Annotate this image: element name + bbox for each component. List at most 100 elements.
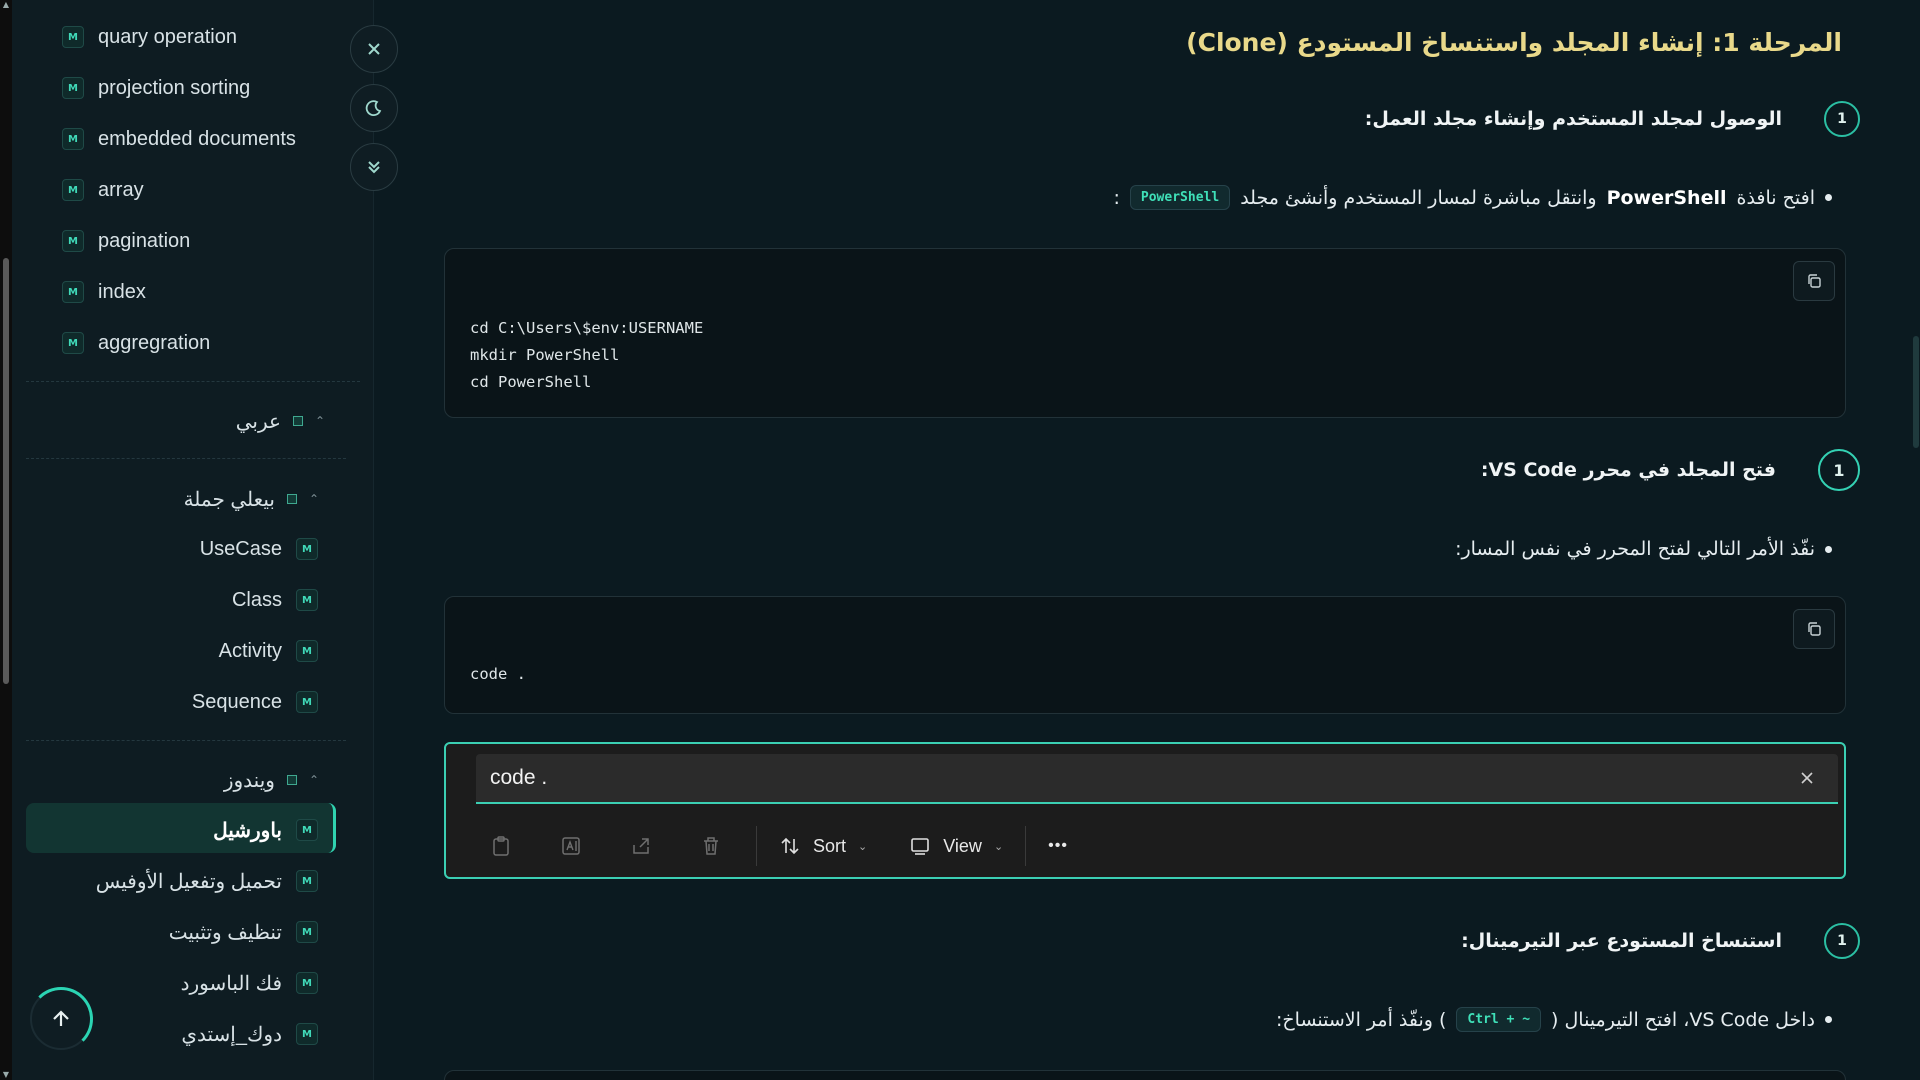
bullet-text-post: وانتقل مباشرة لمسار المستخدم وأنشئ مجلد xyxy=(1240,186,1597,209)
sidebar-item-label: pagination xyxy=(98,229,191,252)
markdown-badge-icon: M xyxy=(62,128,84,150)
sidebar-item-label: aggregration xyxy=(98,331,211,354)
sidebar-item-activity[interactable]: M Activity xyxy=(219,636,318,666)
toolbar-separator xyxy=(1025,826,1027,866)
find-toolbar: Sort ⌄ View ⌄ ••• xyxy=(466,824,1080,868)
markdown-badge-icon: M xyxy=(296,691,318,713)
sidebar-item-powershell[interactable]: M باورشيل xyxy=(213,815,318,845)
sidebar-group-arabic[interactable]: ⌃ عربي xyxy=(236,406,325,436)
scroll-progress-ring xyxy=(29,987,93,1051)
close-icon xyxy=(1801,772,1813,784)
sidebar-group-windows[interactable]: ⌃ ويندوز xyxy=(224,765,319,795)
view-button[interactable]: View ⌄ xyxy=(897,824,1015,868)
sidebar-item-label: projection sorting xyxy=(98,76,251,99)
sidebar-item-projection-sorting[interactable]: M projection sorting xyxy=(62,73,250,103)
sidebar-item-label: array xyxy=(98,178,144,201)
scroll-up-arrow-icon[interactable]: ▲ xyxy=(1,0,11,10)
sort-label: Sort xyxy=(813,835,847,856)
find-input-wrapper xyxy=(476,754,1838,804)
sidebar-group-label: ويندوز xyxy=(223,769,275,792)
sidebar-item-index[interactable]: M index xyxy=(62,277,146,307)
markdown-badge-icon: M xyxy=(296,589,318,611)
content-scrollbar[interactable] xyxy=(1910,0,1920,1080)
find-input[interactable] xyxy=(490,760,1770,796)
rename-button[interactable] xyxy=(536,824,606,868)
sidebar-item-label: تحميل وتفعيل الأوفيس xyxy=(95,870,282,893)
sidebar-item-quary-operation[interactable]: M quary operation xyxy=(62,22,237,52)
step-2-header: 1 فتح المجلد في محرر VS Code: xyxy=(1481,449,1860,491)
delete-button[interactable] xyxy=(676,824,746,868)
copy-button[interactable] xyxy=(1793,261,1835,301)
bullet-dot xyxy=(1825,545,1832,553)
code-block xyxy=(444,1070,1846,1080)
view-monitor-icon xyxy=(911,838,930,855)
sidebar-group-jumla[interactable]: ⌃ بيعلي جملة xyxy=(184,484,319,514)
bullet-text: نفّذ الأمر التالي لفتح المحرر في نفس الم… xyxy=(1455,538,1815,560)
sidebar-item-clean-install[interactable]: M تنظيف وتثبيت xyxy=(169,917,318,947)
sidebar-item-class[interactable]: M Class xyxy=(232,585,318,615)
sidebar-item-pagination[interactable]: M pagination xyxy=(62,226,190,256)
markdown-badge-icon: M xyxy=(62,77,84,99)
clipboard-icon xyxy=(493,836,509,856)
step-title: فتح المجلد في محرر VS Code: xyxy=(1480,459,1776,481)
code-text: code . xyxy=(470,665,526,683)
sort-button[interactable]: Sort ⌄ xyxy=(767,824,879,868)
step-number: 1 xyxy=(1824,101,1860,137)
sidebar-item-label: دوك_إستدي xyxy=(181,1023,282,1046)
page-heading: المرحلة 1: إنشاء المجلد واستنساخ المستود… xyxy=(1186,28,1842,57)
sidebar-item-label: Sequence xyxy=(191,690,282,713)
step-3-header: 1 استنساخ المستودع عبر التيرمينال: xyxy=(1461,923,1860,959)
sidebar-item-sequence[interactable]: M Sequence xyxy=(192,687,318,717)
sidebar-item-label: Activity xyxy=(218,639,282,662)
bullet-text-pre: افتح نافذة xyxy=(1736,186,1816,209)
scroll-to-top-button[interactable] xyxy=(29,987,93,1051)
main-content: المرحلة 1: إنشاء المجلد واستنساخ المستود… xyxy=(374,0,1920,1080)
window-scrollbar-thumb[interactable] xyxy=(3,258,9,684)
code-block: cd C:\Users\$env:USERNAME mkdir PowerShe… xyxy=(444,248,1846,418)
folder-square-icon xyxy=(292,416,303,426)
copy-icon xyxy=(1808,274,1821,288)
sidebar-item-label: index xyxy=(98,280,146,303)
chevron-down-icon: ⌄ xyxy=(993,840,1004,853)
find-clear-button[interactable] xyxy=(1794,765,1820,791)
copy-button[interactable] xyxy=(1793,609,1835,649)
markdown-badge-icon: M xyxy=(296,640,318,662)
window-scrollbar[interactable]: ▲ ▼ xyxy=(0,0,12,1080)
folder-square-icon xyxy=(286,494,297,504)
sidebar-item-aggregration[interactable]: M aggregration xyxy=(62,328,210,358)
chevron-up-icon: ⌃ xyxy=(314,414,325,428)
markdown-badge-icon: M xyxy=(296,819,318,841)
step-1-bullet: افتح نافذة PowerShell وانتقل مباشرة لمسا… xyxy=(1114,185,1832,210)
bullet-dot xyxy=(1825,1016,1832,1023)
sidebar-item-office[interactable]: M تحميل وتفعيل الأوفيس xyxy=(96,866,318,896)
share-button[interactable] xyxy=(606,824,676,868)
markdown-badge-icon: M xyxy=(296,870,318,892)
scroll-down-arrow-icon[interactable]: ▼ xyxy=(1,1070,11,1080)
sidebar-item-array[interactable]: M array xyxy=(62,175,144,205)
sidebar-item-label: تنظيف وتثبيت xyxy=(168,921,282,944)
step-2-bullet: نفّذ الأمر التالي لفتح المحرر في نفس الم… xyxy=(1455,538,1832,560)
sidebar-item-docstudy[interactable]: M دوك_إستدي xyxy=(181,1019,318,1049)
paste-button[interactable] xyxy=(466,824,536,868)
markdown-badge-icon: M xyxy=(62,230,84,252)
copy-icon xyxy=(1808,622,1821,636)
step-title: استنساخ المستودع عبر التيرمينال: xyxy=(1461,930,1782,952)
find-bar: Sort ⌄ View ⌄ ••• xyxy=(444,742,1846,879)
sidebar-item-label: quary operation xyxy=(98,25,237,48)
sidebar-item-label: Class xyxy=(231,588,282,611)
view-label: View xyxy=(943,835,982,856)
sidebar-item-password[interactable]: M فك الباسورد xyxy=(181,968,318,998)
more-dots-icon: ••• xyxy=(1048,837,1068,854)
content-scrollbar-thumb[interactable] xyxy=(1913,336,1919,448)
sidebar-item-embedded-documents[interactable]: M embedded documents xyxy=(62,124,296,154)
share-icon xyxy=(633,838,649,854)
markdown-badge-icon: M xyxy=(296,538,318,560)
sidebar-divider xyxy=(26,458,346,459)
step-number: 1 xyxy=(1824,923,1860,959)
sidebar-group-label: عربي xyxy=(235,410,281,433)
toolbar-separator xyxy=(756,826,757,866)
sidebar-item-usecase[interactable]: M UseCase xyxy=(200,534,318,564)
sort-arrows-icon xyxy=(781,837,799,855)
more-options-button[interactable]: ••• xyxy=(1036,824,1080,868)
markdown-badge-icon: M xyxy=(62,332,84,354)
